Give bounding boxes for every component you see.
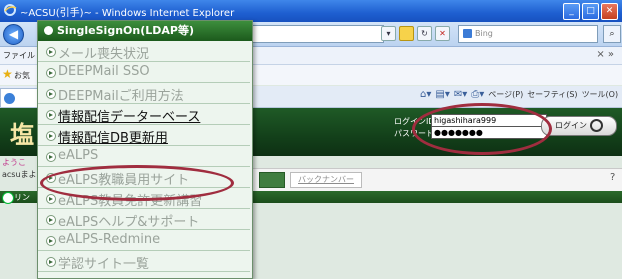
- welcome-text: ようこ: [2, 158, 26, 167]
- sso-menu-item-label: 情報配信DB更新用: [58, 131, 168, 146]
- menu-item-arrow-icon: [46, 152, 56, 162]
- sso-menu-item[interactable]: メール喪失状況: [38, 42, 250, 62]
- nav-bar-text[interactable]: リン: [14, 192, 30, 203]
- minimize-button[interactable]: _: [563, 3, 580, 20]
- menu-item-arrow-icon: [46, 257, 56, 267]
- sso-menu-item[interactable]: eALPSヘルプ&サポート: [38, 210, 250, 230]
- tab-current[interactable]: [259, 172, 285, 188]
- maximize-button[interactable]: □: [582, 3, 599, 20]
- print-icon[interactable]: ⎙▾: [471, 89, 484, 100]
- tools-menu[interactable]: ツール(O): [582, 89, 619, 100]
- sso-menu-title: SingleSignOn(LDAP等): [57, 24, 194, 37]
- stop-icon[interactable]: ✕: [435, 26, 450, 41]
- sso-dropdown-menu: SingleSignOn(LDAP等) メール喪失状況 DEEPMail SSO D…: [37, 20, 253, 279]
- nav-bullet-icon: [2, 192, 14, 204]
- sso-menu-item-label: メール喪失状況: [58, 47, 150, 62]
- sso-menu-item[interactable]: DEEPMail SSO: [38, 63, 250, 83]
- menu-item-arrow-icon: [46, 131, 56, 141]
- menu-item-arrow-icon: [46, 89, 56, 99]
- mail-icon[interactable]: ✉▾: [454, 89, 467, 100]
- help-question-icon[interactable]: ?: [610, 172, 615, 183]
- login-button[interactable]: ログイン: [541, 116, 617, 136]
- menu-close-icon[interactable]: × »: [596, 49, 614, 60]
- lock-icon[interactable]: [399, 26, 414, 41]
- menu-item-arrow-icon: [46, 194, 56, 204]
- favorites-label[interactable]: お気: [14, 70, 30, 81]
- ie-logo-icon: [3, 3, 17, 17]
- refresh-icon[interactable]: ↻: [417, 26, 432, 41]
- page-menu[interactable]: ページ(P): [488, 89, 523, 100]
- menu-item-arrow-icon: [46, 47, 56, 57]
- menu-item-arrow-icon: [46, 110, 56, 120]
- sso-menu-item[interactable]: 情報配信データーベース: [38, 105, 250, 125]
- favorites-star-icon[interactable]: ★: [2, 67, 13, 81]
- address-field[interactable]: [242, 25, 384, 43]
- user-text: acsuまよ: [2, 170, 37, 179]
- sso-menu-item[interactable]: eALPS: [38, 147, 250, 167]
- annotation-oval-menu-item: [40, 165, 234, 201]
- sso-menu-item[interactable]: eALPS-Redmine: [38, 231, 250, 251]
- search-button[interactable]: ⌕: [603, 25, 621, 43]
- sso-menu-item-label: eALPS: [58, 148, 99, 163]
- sso-menu-item-label: DEEPMailご利用方法: [58, 89, 184, 104]
- menu-item-arrow-icon: [46, 215, 56, 225]
- sso-menu-item-label: DEEPMail SSO: [58, 64, 150, 79]
- sso-menu-item-label: eALPS-Redmine: [58, 232, 161, 247]
- sso-menu-item[interactable]: DEEPMailご利用方法: [38, 84, 250, 104]
- login-button-label: ログイン: [555, 121, 587, 130]
- home-icon[interactable]: ⌂▾: [420, 89, 431, 100]
- tab-ie-icon: [4, 93, 15, 104]
- address-icons: ▾ ↻ ✕: [381, 26, 450, 41]
- sso-menu-item-label: 学認サイト一覧: [58, 257, 150, 272]
- browser-tab[interactable]: [0, 88, 40, 107]
- annotation-oval-login: [412, 103, 552, 155]
- sso-menu-item-label: eALPSヘルプ&サポート: [58, 215, 200, 230]
- sso-menu-item[interactable]: 学認サイト一覧: [38, 252, 250, 272]
- menu-item-arrow-icon: [46, 236, 56, 246]
- dropdown-icon[interactable]: ▾: [381, 26, 396, 41]
- sso-menu-item-label: 情報配信データーベース: [58, 110, 201, 125]
- menu-bullet-icon: [44, 26, 53, 35]
- close-window-button[interactable]: ✕: [601, 3, 618, 20]
- bing-icon: [463, 29, 472, 38]
- search-placeholder: Bing: [475, 29, 493, 38]
- feeds-icon[interactable]: ▤▾: [435, 89, 449, 100]
- safety-menu[interactable]: セーフティ(S): [527, 89, 577, 100]
- browser-title-bar: ~ACSU(引手)~ - Windows Internet Explorer _…: [0, 0, 622, 22]
- search-input[interactable]: Bing: [458, 25, 598, 43]
- command-bar: ⌂▾ ▤▾ ✉▾ ⎙▾ ページ(P) セーフティ(S) ツール(O) ❓▾: [420, 89, 622, 100]
- login-key-icon: [590, 119, 603, 132]
- window-controls: _ □ ✕: [563, 3, 618, 20]
- sso-menu-header[interactable]: SingleSignOn(LDAP等): [38, 21, 252, 41]
- sso-menu-item[interactable]: 情報配信DB更新用: [38, 126, 250, 146]
- menu-item-arrow-icon: [46, 68, 56, 78]
- tab-back-number[interactable]: バックナンバー: [290, 172, 362, 188]
- back-button[interactable]: ◀: [3, 24, 24, 45]
- menu-file[interactable]: ファイル: [3, 50, 35, 61]
- window-title: ~ACSU(引手)~ - Windows Internet Explorer: [20, 8, 235, 19]
